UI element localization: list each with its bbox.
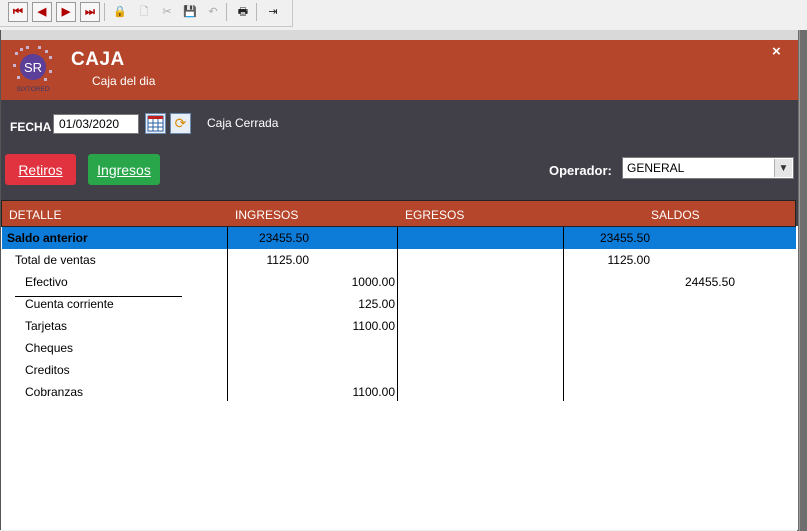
cell-ingresos-detalle: 125.00 [358,297,395,311]
table-row[interactable]: Tarjetas 1100.00 [2,315,796,337]
table-row[interactable]: Saldo anterior 23455.50 23455.50 [2,227,796,249]
prev-record-icon[interactable]: ◀ [32,2,52,22]
total-underline [15,296,182,297]
last-record-icon[interactable]: ⏭ [80,2,100,22]
window-header: SR SIXTORED CAJA Caja del dia × [1,40,798,100]
undo-icon: ↶ [208,5,218,18]
table-row[interactable]: Cobranzas 1100.00 [2,381,796,403]
save-icon: 💾 [183,5,197,18]
retiros-label: Retiros [18,161,63,178]
cell-detalle: Efectivo [25,275,68,289]
cell-ingresos-detalle: 1100.00 [352,319,396,333]
svg-text:SR: SR [24,60,42,75]
ingresos-label: Ingresos [97,161,151,178]
window-subtitle: Caja del dia [92,74,156,88]
retiros-button[interactable]: Retiros [5,154,76,185]
operador-label: Operador: [549,163,612,178]
cell-saldo: 23455.50 [599,231,650,245]
toolbar: ⏮ ◀ ▶ ⏭ 🔒 🗋 ✂ 💾 ↶ 🖶 ⇥ [0,0,293,27]
cell-detalle: Total de ventas [15,253,96,267]
table-row[interactable]: Efectivo 1000.00 24455.50 [2,271,796,293]
col-saldos[interactable]: SALDOS [651,208,700,222]
cell-saldo: 1125.00 [607,253,651,267]
column-divider [397,227,398,401]
cell-detalle: Creditos [25,363,70,377]
fecha-label: FECHA [10,120,52,134]
table-row[interactable]: Cheques [2,337,796,359]
table-row[interactable]: Total de ventas 1125.00 1125.00 [2,249,796,271]
cell-detalle: Tarjetas [25,319,68,333]
toolbar-separator [226,3,227,21]
cell-ingresos: 23455.50 [258,231,309,245]
caja-window: SR SIXTORED CAJA Caja del dia × FECHA 01… [0,30,798,530]
toolbar-separator [104,3,105,21]
chevron-down-icon[interactable]: ▼ [774,159,792,177]
calendar-grid-icon [147,115,164,132]
exit-icon[interactable]: ⇥ [263,2,283,22]
col-ingresos[interactable]: INGRESOS [235,208,298,222]
cell-ingresos: 1125.00 [266,253,310,267]
window-title: CAJA [71,49,125,70]
ingresos-button[interactable]: Ingresos [88,154,160,185]
delete-icon: ✂ [162,5,172,18]
col-detalle[interactable]: DETALLE [9,208,61,222]
sixtored-logo: SR SIXTORED [13,46,52,93]
next-record-icon[interactable]: ▶ [56,2,76,22]
close-icon[interactable]: × [772,43,781,60]
table-row[interactable]: Creditos [2,359,796,381]
window-top-border [1,30,798,40]
toolbar-separator [256,3,257,21]
estado-caja: Caja Cerrada [207,116,279,130]
new-document-icon: 🗋 [139,5,149,18]
cell-ingresos-detalle: 1000.00 [351,275,395,289]
cell-ingresos-detalle: 1100.00 [352,385,396,399]
background-strip [797,30,807,531]
calendar-button[interactable] [145,113,166,134]
lock-icon: 🔒 [113,5,127,18]
grid-header: DETALLE INGRESOS EGRESOS SALDOS [1,200,796,227]
print-icon[interactable]: 🖶 [233,2,253,22]
svg-text:SIXTORED: SIXTORED [16,86,49,93]
operador-value: GENERAL [627,161,685,175]
col-egresos[interactable]: EGRESOS [405,208,464,222]
cell-detalle: Cuenta corriente [25,297,114,311]
fecha-input[interactable]: 01/03/2020 [53,114,139,134]
column-divider [227,227,228,401]
operador-select[interactable]: GENERAL ▼ [622,157,794,179]
cell-detalle: Saldo anterior [7,231,88,245]
first-record-icon[interactable]: ⏮ [8,2,28,22]
cell-detalle: Cobranzas [25,385,84,399]
refresh-icon: ⟳ [174,115,187,131]
cell-saldo-total: 24455.50 [684,275,735,289]
column-divider [563,227,564,401]
cell-detalle: Cheques [25,341,74,355]
refresh-button[interactable]: ⟳ [170,113,191,134]
